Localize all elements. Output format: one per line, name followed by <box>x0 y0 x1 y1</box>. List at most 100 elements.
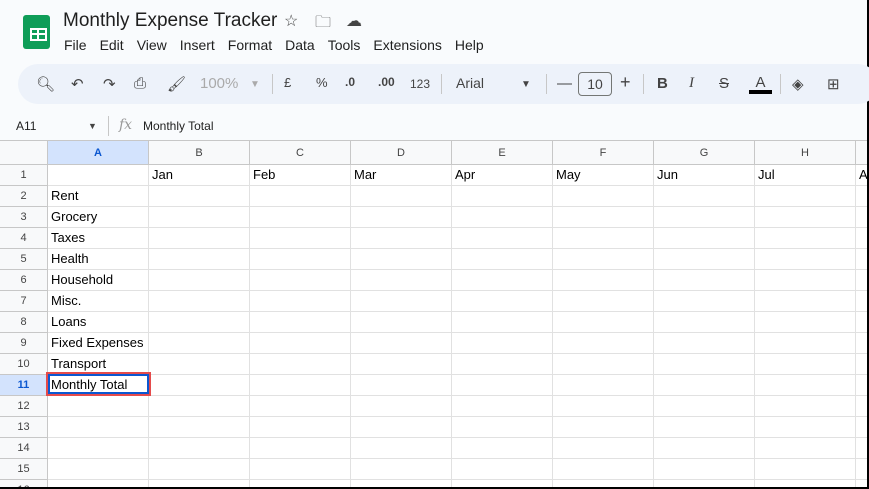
cell-c12[interactable] <box>250 396 351 417</box>
undo-icon[interactable]: ↶ <box>71 75 84 93</box>
row-header-16[interactable]: 16 <box>0 480 48 487</box>
cell-a9[interactable]: Fixed Expenses <box>48 333 149 354</box>
cell-d3[interactable] <box>351 207 452 228</box>
cell-d7[interactable] <box>351 291 452 312</box>
cell-e6[interactable] <box>452 270 553 291</box>
row-header-10[interactable]: 10 <box>0 354 48 375</box>
row-header-6[interactable]: 6 <box>0 270 48 291</box>
cell-g2[interactable] <box>654 186 755 207</box>
zoom-select[interactable]: 100% <box>200 75 238 92</box>
row-header-7[interactable]: 7 <box>0 291 48 312</box>
cell-d5[interactable] <box>351 249 452 270</box>
cell-c4[interactable] <box>250 228 351 249</box>
cell-a16[interactable] <box>48 480 149 487</box>
cell-e12[interactable] <box>452 396 553 417</box>
cell-g16[interactable] <box>654 480 755 487</box>
cell-h2[interactable] <box>755 186 856 207</box>
cell-a4[interactable]: Taxes <box>48 228 149 249</box>
cell-a14[interactable] <box>48 438 149 459</box>
cell-g3[interactable] <box>654 207 755 228</box>
cell-d9[interactable] <box>351 333 452 354</box>
row-header-11[interactable]: 11 <box>0 375 48 396</box>
cell-a5[interactable]: Health <box>48 249 149 270</box>
cell-b12[interactable] <box>149 396 250 417</box>
cell-d10[interactable] <box>351 354 452 375</box>
cell-i2[interactable] <box>856 186 867 207</box>
cell-a15[interactable] <box>48 459 149 480</box>
cell-c15[interactable] <box>250 459 351 480</box>
star-icon[interactable]: ☆ <box>284 11 298 31</box>
cell-f3[interactable] <box>553 207 654 228</box>
cell-d8[interactable] <box>351 312 452 333</box>
row-header-13[interactable]: 13 <box>0 417 48 438</box>
cell-b11[interactable] <box>149 375 250 396</box>
cell-h16[interactable] <box>755 480 856 487</box>
search-icon[interactable]: 🔍︎ <box>36 75 55 93</box>
row-header-9[interactable]: 9 <box>0 333 48 354</box>
cell-e13[interactable] <box>452 417 553 438</box>
cell-i9[interactable] <box>856 333 867 354</box>
cell-f16[interactable] <box>553 480 654 487</box>
cell-i12[interactable] <box>856 396 867 417</box>
font-size-input[interactable]: 10 <box>578 72 612 96</box>
cell-g13[interactable] <box>654 417 755 438</box>
cell-e5[interactable] <box>452 249 553 270</box>
decrease-font-size-button[interactable]: — <box>557 75 572 92</box>
cell-c16[interactable] <box>250 480 351 487</box>
menu-format[interactable]: Format <box>228 37 272 53</box>
cell-b2[interactable] <box>149 186 250 207</box>
cloud-status-icon[interactable]: ☁ <box>346 11 362 31</box>
column-header-h[interactable]: H <box>755 141 856 165</box>
row-header-14[interactable]: 14 <box>0 438 48 459</box>
cell-f10[interactable] <box>553 354 654 375</box>
column-header-g[interactable]: G <box>654 141 755 165</box>
cell-a6[interactable]: Household <box>48 270 149 291</box>
cell-b6[interactable] <box>149 270 250 291</box>
cell-h12[interactable] <box>755 396 856 417</box>
menu-view[interactable]: View <box>137 37 167 53</box>
chevron-down-icon[interactable]: ▼ <box>88 121 97 131</box>
cell-g6[interactable] <box>654 270 755 291</box>
cell-h5[interactable] <box>755 249 856 270</box>
cell-d14[interactable] <box>351 438 452 459</box>
column-header-b[interactable]: B <box>149 141 250 165</box>
cell-f4[interactable] <box>553 228 654 249</box>
cell-b7[interactable] <box>149 291 250 312</box>
row-header-1[interactable]: 1 <box>0 165 48 186</box>
cell-f9[interactable] <box>553 333 654 354</box>
cell-d4[interactable] <box>351 228 452 249</box>
row-header-2[interactable]: 2 <box>0 186 48 207</box>
cell-h10[interactable] <box>755 354 856 375</box>
cell-h3[interactable] <box>755 207 856 228</box>
cell-e7[interactable] <box>452 291 553 312</box>
document-title[interactable]: Monthly Expense Tracker <box>63 10 277 32</box>
print-icon[interactable]: ⎙ <box>134 75 146 92</box>
strikethrough-icon[interactable]: S <box>719 75 729 92</box>
cell-b9[interactable] <box>149 333 250 354</box>
number-format-button[interactable]: 123 <box>410 77 430 91</box>
cell-c9[interactable] <box>250 333 351 354</box>
paint-format-icon[interactable]: 🖌︎ <box>167 75 186 93</box>
cell-c1[interactable]: Feb <box>250 165 351 186</box>
cell-h8[interactable] <box>755 312 856 333</box>
cell-i8[interactable] <box>856 312 867 333</box>
cell-d12[interactable] <box>351 396 452 417</box>
cell-i10[interactable] <box>856 354 867 375</box>
cell-e10[interactable] <box>452 354 553 375</box>
spreadsheet-grid[interactable]: ABCDEFGHI 1 JanFebMarAprMayJunJulAug 2Rent3… <box>0 140 867 487</box>
column-header-f[interactable]: F <box>553 141 654 165</box>
cell-e14[interactable] <box>452 438 553 459</box>
column-header-i[interactable]: I <box>856 141 867 165</box>
text-color-icon[interactable]: A <box>749 75 772 94</box>
menu-file[interactable]: File <box>64 37 87 53</box>
menu-insert[interactable]: Insert <box>180 37 215 53</box>
cell-h13[interactable] <box>755 417 856 438</box>
cell-i13[interactable] <box>856 417 867 438</box>
cell-b14[interactable] <box>149 438 250 459</box>
row-header-12[interactable]: 12 <box>0 396 48 417</box>
cell-c14[interactable] <box>250 438 351 459</box>
cell-f8[interactable] <box>553 312 654 333</box>
cell-c3[interactable] <box>250 207 351 228</box>
cell-b1[interactable]: Jan <box>149 165 250 186</box>
cell-g5[interactable] <box>654 249 755 270</box>
